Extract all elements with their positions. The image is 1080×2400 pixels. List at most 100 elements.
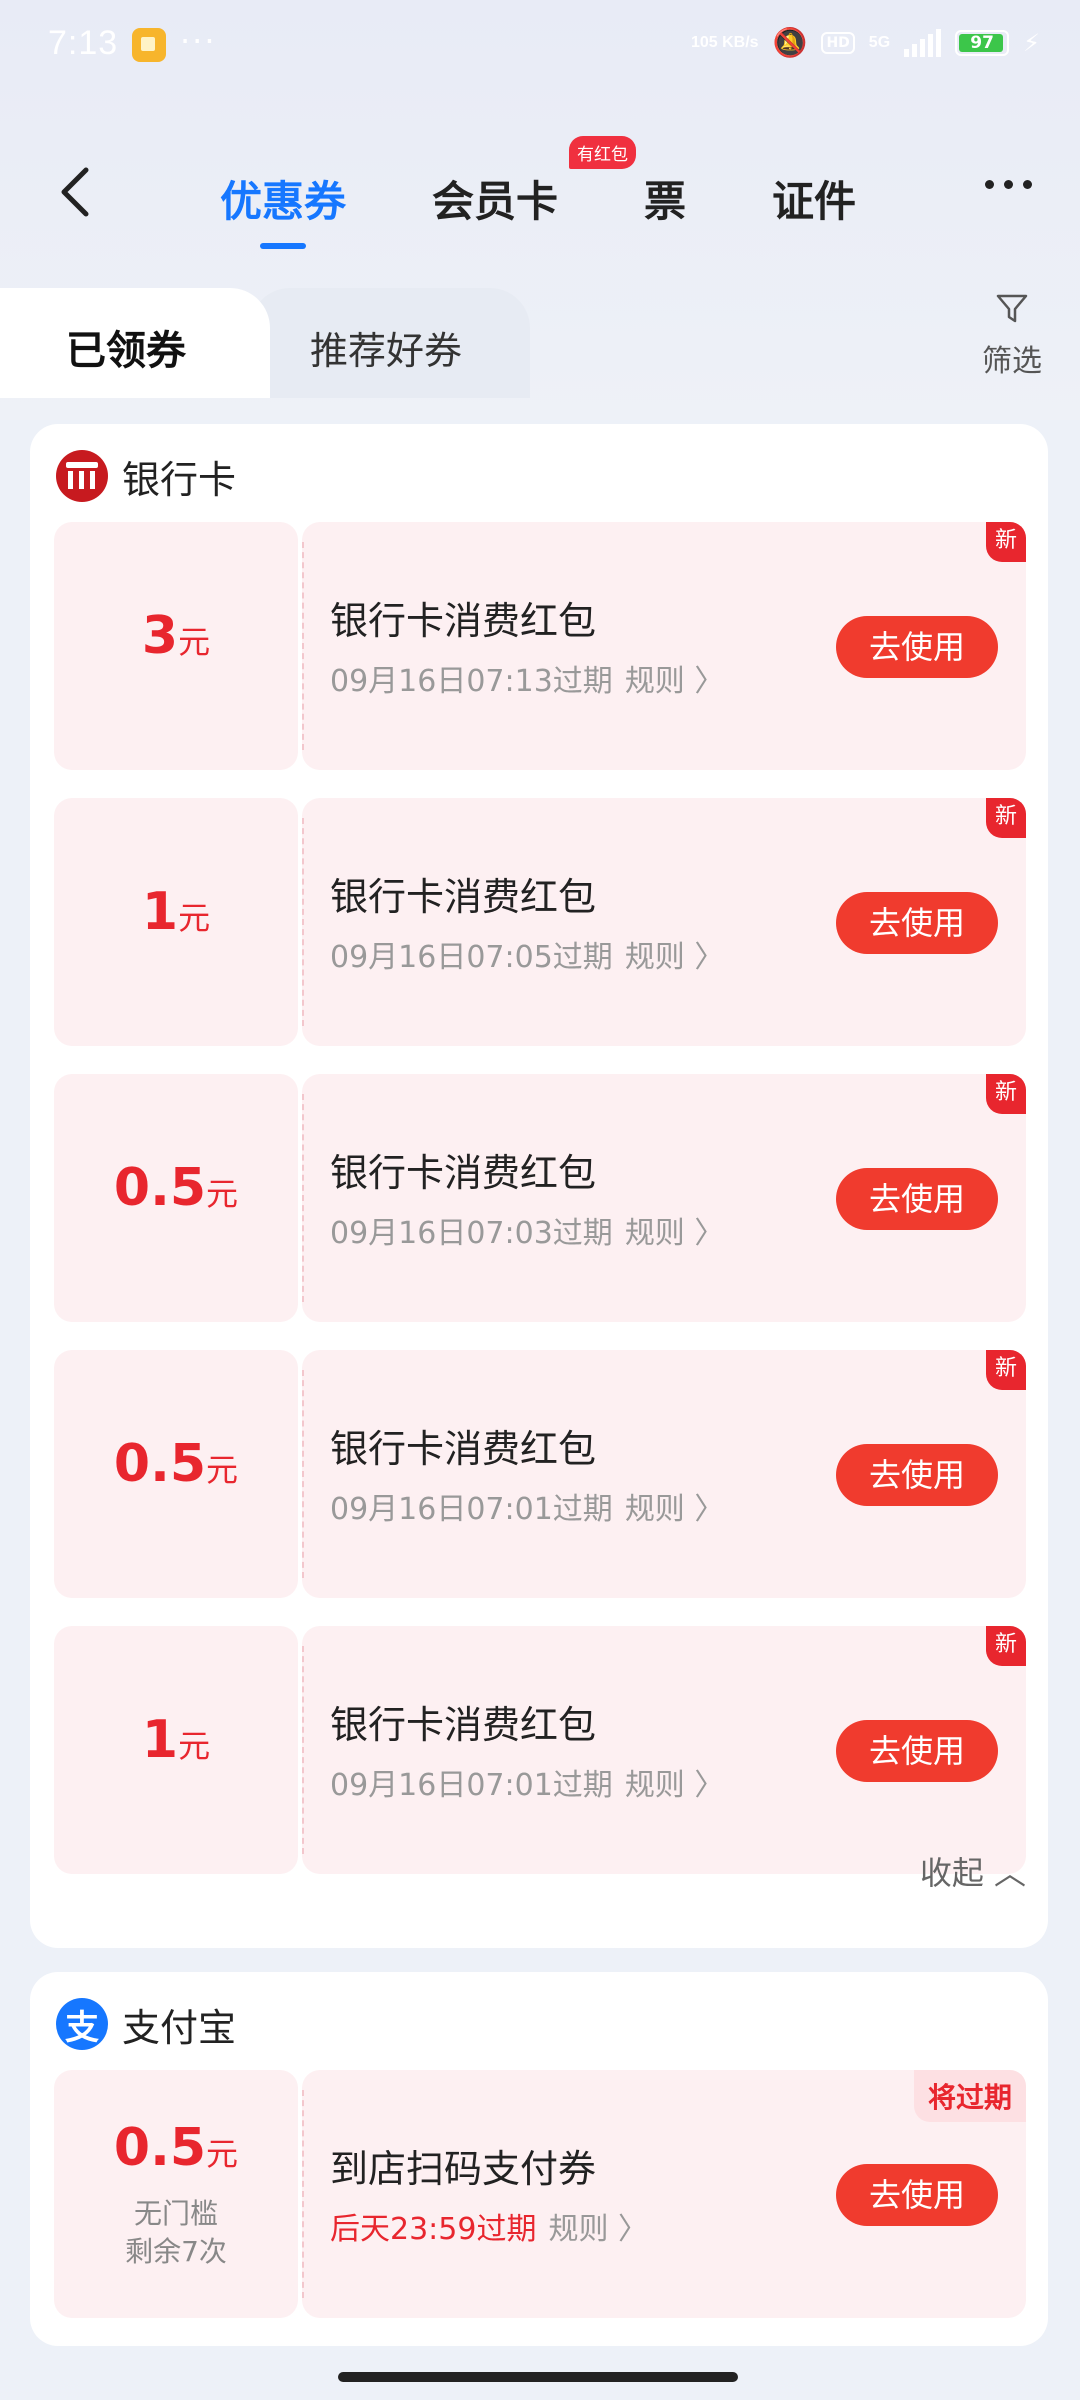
coupon-name: 银行卡消费红包 [330, 1151, 597, 1195]
new-badge: 新 [986, 1350, 1026, 1390]
tab-tickets[interactable]: 票 [644, 168, 686, 229]
coupon-expire: 09月16日07:05过期 规则 〉 [330, 940, 725, 975]
coupon-info-panel: 到店扫码支付券 后天23:59过期 规则 〉 去使用 将过期 [302, 2070, 1026, 2318]
coupon-item: 0.5元 银行卡消费红包 09月16日07:01过期 规则 〉 去使用 新 [54, 1350, 1026, 1598]
alipay-icon: 支 [56, 1998, 108, 2050]
tab-documents[interactable]: 证件 [772, 168, 856, 229]
status-bar: 7:13 ··· 105 KB/s 🔕 HD 5G 97 ⚡ [0, 0, 1080, 90]
rules-link[interactable]: 规则 〉 [625, 940, 725, 975]
new-badge: 新 [986, 798, 1026, 838]
subtab-recommended[interactable]: 推荐好券 [250, 288, 530, 398]
header: 优惠券 会员卡 有红包 票 证件 [0, 136, 1080, 250]
battery-level: 97 [970, 32, 994, 53]
subtab-claimed[interactable]: 已领券 [0, 288, 270, 398]
more-dot [1023, 180, 1032, 189]
coupon-amount: 1元 [141, 1710, 211, 1770]
new-badge: 新 [986, 1074, 1026, 1114]
coupon-amount: 0.5元 [113, 1434, 239, 1494]
red-packet-badge: 有红包 [569, 136, 637, 169]
chevron-left-icon [61, 167, 89, 217]
coupon-amount-panel: 1元 [54, 1626, 298, 1874]
status-more-icon: ··· [180, 22, 217, 60]
more-menu-button[interactable] [985, 180, 1032, 189]
section-header: 银行卡 [56, 448, 236, 504]
coupon-item: 3元 银行卡消费红包 09月16日07:13过期 规则 〉 去使用 新 [54, 522, 1026, 770]
rules-link[interactable]: 规则 〉 [548, 2212, 648, 2247]
coupon-item: 0.5元 银行卡消费红包 09月16日07:03过期 规则 〉 去使用 新 [54, 1074, 1026, 1322]
coupon-item: 1元 银行卡消费红包 09月16日07:05过期 规则 〉 去使用 新 [54, 798, 1026, 1046]
coupon-remaining: 剩余7次 [125, 2235, 227, 2268]
charging-icon: ⚡ [1023, 28, 1040, 57]
section-title: 银行卡 [122, 457, 237, 502]
tab-label: 会员卡 [432, 177, 559, 226]
status-time: 7:13 [48, 24, 119, 62]
network-type: 5G [868, 33, 891, 51]
coupon-info-panel: 银行卡消费红包 09月16日07:05过期 规则 〉 去使用 新 [302, 798, 1026, 1046]
coupon-amount: 0.5元 [113, 1158, 239, 1218]
coupon-item: 0.5元 无门槛 剩余7次 到店扫码支付券 后天23:59过期 规则 〉 去使用 … [54, 2070, 1026, 2318]
coupon-amount-panel: 1元 [54, 798, 298, 1046]
sub-tabs: 推荐好券 已领券 筛选 [0, 288, 1080, 398]
coupon-amount: 3元 [141, 606, 211, 666]
rules-link[interactable]: 规则 〉 [625, 664, 725, 699]
alipay-section: 支 支付宝 0.5元 无门槛 剩余7次 到店扫码支付券 后天23:59过期 规则 … [30, 1972, 1048, 2346]
network-speed: 105 KB/s [690, 33, 759, 51]
hd-icon: HD [821, 31, 855, 54]
tab-label: 票 [644, 177, 687, 226]
coupon-info-panel: 银行卡消费红包 09月16日07:03过期 规则 〉 去使用 新 [302, 1074, 1026, 1322]
coupon-expire: 后天23:59过期 规则 〉 [330, 2212, 649, 2247]
bank-icon [56, 450, 108, 502]
coupon-expire: 09月16日07:01过期 规则 〉 [330, 1768, 725, 1803]
mute-icon: 🔕 [772, 26, 808, 59]
rules-link[interactable]: 规则 〉 [625, 1492, 725, 1527]
coupon-info-panel: 银行卡消费红包 09月16日07:01过期 规则 〉 去使用 新 [302, 1350, 1026, 1598]
section-title: 支付宝 [122, 2005, 237, 2050]
coupon-amount-panel: 0.5元 [54, 1350, 298, 1598]
coupon-name: 银行卡消费红包 [330, 599, 597, 643]
filter-button[interactable]: 筛选 [982, 288, 1042, 380]
filter-icon [996, 294, 1028, 323]
coupon-info-panel: 银行卡消费红包 09月16日07:13过期 规则 〉 去使用 新 [302, 522, 1026, 770]
tab-membership-cards[interactable]: 会员卡 有红包 [432, 136, 637, 229]
home-indicator[interactable] [338, 2372, 738, 2382]
coupon-name: 银行卡消费红包 [330, 1703, 597, 1747]
coupon-amount: 1元 [141, 882, 211, 942]
coupon-name: 银行卡消费红包 [330, 875, 597, 919]
use-coupon-button[interactable]: 去使用 [836, 2164, 998, 2226]
bank-card-section: 银行卡 3元 银行卡消费红包 09月16日07:13过期 规则 〉 去使用 新 1… [30, 424, 1048, 1948]
coupon-amount-panel: 0.5元 无门槛 剩余7次 [54, 2070, 298, 2318]
coupon-expire: 09月16日07:03过期 规则 〉 [330, 1216, 725, 1251]
coupon-name: 到店扫码支付券 [330, 2147, 597, 2191]
use-coupon-button[interactable]: 去使用 [836, 1168, 998, 1230]
new-badge: 新 [986, 1626, 1026, 1666]
coupon-amount-panel: 0.5元 [54, 1074, 298, 1322]
coupon-info-panel: 银行卡消费红包 09月16日07:01过期 规则 〉 去使用 新 [302, 1626, 1026, 1874]
subtab-label: 推荐好券 [310, 329, 463, 373]
new-badge: 新 [986, 522, 1026, 562]
use-coupon-button[interactable]: 去使用 [836, 616, 998, 678]
collapse-button[interactable]: 收起 ︿ [920, 1848, 1026, 1894]
top-tabs: 优惠券 会员卡 有红包 票 证件 [220, 136, 942, 249]
coupon-name: 银行卡消费红包 [330, 1427, 597, 1471]
coupon-condition: 无门槛 [133, 2197, 218, 2230]
signal-icon [904, 28, 942, 57]
tab-label: 优惠券 [220, 177, 347, 226]
use-coupon-button[interactable]: 去使用 [836, 892, 998, 954]
coupon-expire: 09月16日07:01过期 规则 〉 [330, 1492, 725, 1527]
section-header: 支 支付宝 [56, 1996, 236, 2052]
use-coupon-button[interactable]: 去使用 [836, 1720, 998, 1782]
use-coupon-button[interactable]: 去使用 [836, 1444, 998, 1506]
tab-label: 证件 [772, 177, 857, 226]
back-button[interactable] [48, 162, 108, 222]
rules-link[interactable]: 规则 〉 [625, 1768, 725, 1803]
rules-link[interactable]: 规则 〉 [625, 1216, 725, 1251]
expiring-badge: 将过期 [913, 2070, 1026, 2122]
coupon-amount-panel: 3元 [54, 522, 298, 770]
battery-icon: 97 [955, 29, 1010, 56]
coupon-amount: 0.5元 [113, 2118, 239, 2178]
notification-app-icon [132, 28, 166, 62]
tab-coupons[interactable]: 优惠券 [220, 168, 347, 249]
subtab-label: 已领券 [66, 328, 186, 374]
coupon-item: 1元 银行卡消费红包 09月16日07:01过期 规则 〉 去使用 新 [54, 1626, 1026, 1874]
more-dot [1004, 180, 1013, 189]
